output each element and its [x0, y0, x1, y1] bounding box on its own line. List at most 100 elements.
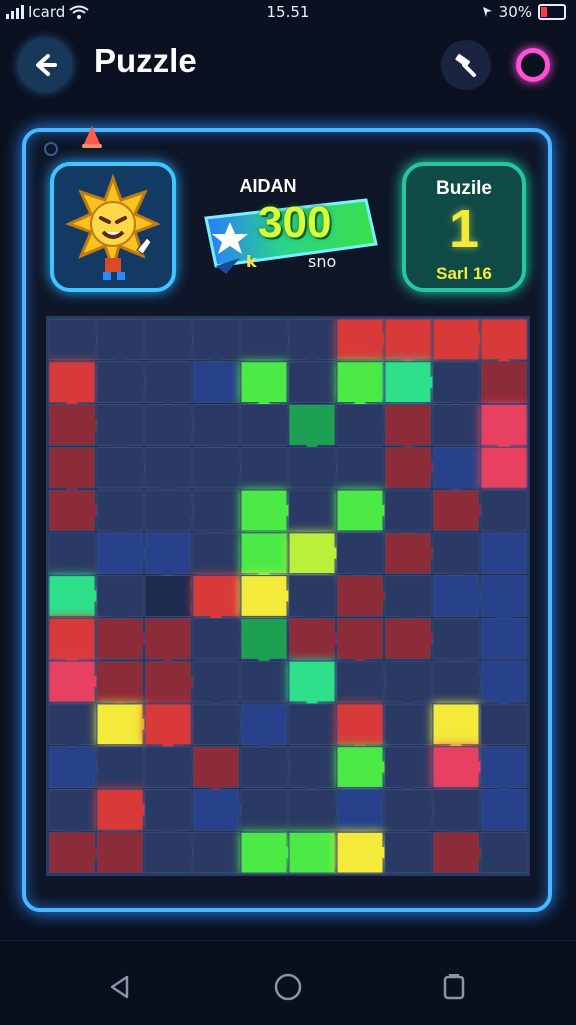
- puzzle-piece[interactable]: [432, 746, 486, 788]
- puzzle-piece[interactable]: [96, 404, 144, 452]
- puzzle-piece[interactable]: [432, 361, 480, 410]
- nav-home-button[interactable]: [268, 967, 308, 1007]
- puzzle-piece[interactable]: [480, 404, 528, 452]
- puzzle-piece[interactable]: [432, 660, 486, 703]
- puzzle-piece[interactable]: [192, 703, 246, 746]
- puzzle-piece[interactable]: [144, 318, 198, 361]
- back-button[interactable]: [18, 38, 72, 92]
- puzzle-piece[interactable]: [240, 617, 288, 666]
- puzzle-piece[interactable]: [96, 617, 150, 660]
- puzzle-piece[interactable]: [96, 489, 144, 538]
- puzzle-piece[interactable]: [336, 746, 390, 788]
- puzzle-piece[interactable]: [48, 617, 96, 666]
- puzzle-piece[interactable]: [48, 746, 102, 788]
- puzzle-piece[interactable]: [432, 532, 480, 581]
- puzzle-piece[interactable]: [144, 831, 198, 874]
- puzzle-piece[interactable]: [48, 404, 102, 446]
- puzzle-piece[interactable]: [336, 831, 390, 874]
- puzzle-piece[interactable]: [480, 446, 528, 489]
- puzzle-piece[interactable]: [384, 660, 432, 709]
- puzzle-piece[interactable]: [384, 446, 438, 489]
- puzzle-piece[interactable]: [48, 575, 102, 617]
- puzzle-piece[interactable]: [336, 788, 384, 837]
- puzzle-piece[interactable]: [288, 617, 342, 660]
- puzzle-piece[interactable]: [192, 788, 246, 831]
- puzzle-piece[interactable]: [240, 788, 288, 837]
- puzzle-piece[interactable]: [144, 446, 192, 495]
- level-card[interactable]: Buzile 1 Sarl 16: [402, 162, 526, 292]
- puzzle-piece[interactable]: [336, 575, 390, 617]
- puzzle-piece[interactable]: [336, 489, 390, 532]
- puzzle-piece[interactable]: [432, 831, 486, 874]
- puzzle-piece[interactable]: [192, 617, 246, 660]
- puzzle-piece[interactable]: [432, 404, 486, 446]
- puzzle-piece[interactable]: [192, 489, 240, 538]
- puzzle-piece[interactable]: [480, 703, 528, 746]
- puzzle-piece[interactable]: [96, 660, 144, 709]
- puzzle-piece[interactable]: [384, 831, 432, 874]
- puzzle-piece[interactable]: [288, 532, 342, 575]
- puzzle-piece[interactable]: [240, 746, 294, 788]
- puzzle-piece[interactable]: [192, 831, 240, 874]
- puzzle-piece[interactable]: [144, 575, 198, 617]
- puzzle-piece[interactable]: [192, 318, 240, 367]
- puzzle-piece[interactable]: [288, 575, 336, 623]
- puzzle-piece[interactable]: [96, 788, 150, 831]
- puzzle-piece[interactable]: [288, 318, 336, 367]
- puzzle-piece[interactable]: [480, 831, 528, 874]
- puzzle-piece[interactable]: [48, 446, 96, 495]
- puzzle-piece[interactable]: [192, 746, 240, 795]
- puzzle-piece[interactable]: [480, 788, 528, 831]
- puzzle-piece[interactable]: [96, 703, 150, 746]
- puzzle-piece[interactable]: [288, 361, 342, 404]
- puzzle-piece[interactable]: [144, 404, 198, 446]
- puzzle-piece[interactable]: [288, 489, 336, 538]
- puzzle-piece[interactable]: [48, 788, 96, 837]
- puzzle-piece[interactable]: [384, 404, 432, 452]
- puzzle-piece[interactable]: [288, 660, 336, 709]
- puzzle-board[interactable]: [46, 316, 530, 876]
- puzzle-piece[interactable]: [288, 404, 336, 452]
- puzzle-piece[interactable]: [288, 746, 336, 795]
- puzzle-piece[interactable]: [240, 318, 294, 361]
- profile-ring-button[interactable]: [512, 44, 554, 86]
- puzzle-piece[interactable]: [240, 532, 288, 581]
- puzzle-piece[interactable]: [96, 532, 150, 575]
- puzzle-piece[interactable]: [144, 788, 192, 837]
- puzzle-piece[interactable]: [432, 703, 480, 752]
- puzzle-piece[interactable]: [336, 660, 390, 703]
- puzzle-piece[interactable]: [384, 703, 438, 746]
- puzzle-piece[interactable]: [192, 361, 246, 404]
- puzzle-piece[interactable]: [240, 575, 294, 617]
- nav-recents-button[interactable]: [434, 967, 474, 1007]
- puzzle-piece[interactable]: [96, 831, 144, 874]
- puzzle-piece[interactable]: [240, 404, 294, 446]
- puzzle-piece[interactable]: [384, 489, 432, 538]
- puzzle-piece[interactable]: [48, 660, 102, 703]
- puzzle-piece[interactable]: [480, 746, 528, 795]
- puzzle-piece[interactable]: [480, 361, 528, 404]
- puzzle-piece[interactable]: [240, 703, 288, 752]
- nav-back-button[interactable]: [100, 967, 140, 1007]
- puzzle-piece[interactable]: [192, 660, 240, 709]
- puzzle-piece[interactable]: [192, 532, 246, 575]
- puzzle-piece[interactable]: [96, 318, 144, 367]
- puzzle-piece[interactable]: [144, 532, 192, 581]
- puzzle-piece[interactable]: [288, 788, 342, 831]
- puzzle-piece[interactable]: [48, 703, 96, 752]
- puzzle-piece[interactable]: [192, 446, 246, 489]
- puzzle-piece[interactable]: [384, 788, 438, 831]
- puzzle-piece[interactable]: [384, 575, 432, 623]
- puzzle-piece[interactable]: [96, 361, 150, 404]
- puzzle-piece[interactable]: [192, 575, 240, 623]
- puzzle-piece[interactable]: [432, 788, 480, 837]
- puzzle-piece[interactable]: [480, 660, 528, 709]
- puzzle-piece[interactable]: [48, 489, 102, 532]
- puzzle-piece[interactable]: [336, 532, 384, 581]
- puzzle-piece[interactable]: [480, 489, 528, 538]
- puzzle-piece[interactable]: [144, 361, 192, 410]
- puzzle-piece[interactable]: [336, 404, 390, 446]
- puzzle-piece[interactable]: [96, 446, 150, 489]
- puzzle-piece[interactable]: [288, 703, 342, 746]
- puzzle-piece[interactable]: [480, 575, 528, 623]
